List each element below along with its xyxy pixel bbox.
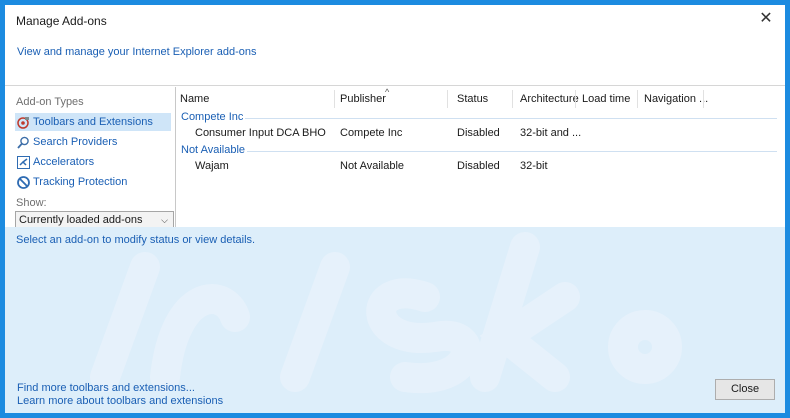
row-status: Disabled bbox=[457, 160, 500, 172]
manage-addons-window: Manage Add-ons ✕ View and manage your In… bbox=[5, 5, 785, 413]
no-entry-icon bbox=[17, 175, 30, 189]
group-header-not-available: Not Available bbox=[181, 144, 246, 156]
column-header-status[interactable]: Status bbox=[457, 93, 488, 105]
search-icon bbox=[17, 136, 30, 149]
group-divider bbox=[245, 118, 777, 119]
window-title: Manage Add-ons bbox=[16, 14, 107, 28]
header-description: View and manage your Internet Explorer a… bbox=[17, 46, 257, 58]
sidebar-item-label: Tracking Protection bbox=[33, 176, 128, 188]
accelerator-icon bbox=[17, 155, 30, 169]
sidebar-item-accelerators[interactable]: Accelerators bbox=[15, 153, 171, 171]
close-button[interactable]: Close bbox=[715, 379, 775, 400]
group-divider bbox=[247, 151, 777, 152]
row-name: Consumer Input DCA BHO bbox=[195, 127, 326, 139]
column-divider bbox=[512, 90, 513, 108]
column-header-architecture[interactable]: Architecture bbox=[520, 93, 579, 105]
column-header-publisher[interactable]: Publisher bbox=[340, 93, 386, 105]
column-header-navigation[interactable]: Navigation ... bbox=[644, 93, 708, 105]
addon-types-pane: Add-on Types Toolbars and Extensions Sea… bbox=[5, 91, 175, 229]
column-header-load-time[interactable]: Load time bbox=[582, 93, 630, 105]
row-architecture: 32-bit bbox=[520, 160, 548, 172]
details-pane: Select an add-on to modify status or vie… bbox=[5, 227, 785, 413]
show-label: Show: bbox=[16, 197, 47, 209]
column-divider bbox=[447, 90, 448, 108]
sidebar-item-label: Search Providers bbox=[33, 136, 118, 148]
title-bar: Manage Add-ons ✕ bbox=[5, 5, 785, 33]
table-row[interactable]: Wajam Not Available Disabled 32-bit bbox=[177, 159, 777, 175]
find-more-link[interactable]: Find more toolbars and extensions... bbox=[17, 382, 195, 394]
row-architecture: 32-bit and ... bbox=[520, 127, 582, 139]
sidebar-item-label: Toolbars and Extensions bbox=[33, 116, 153, 128]
group-header-compete-inc: Compete Inc bbox=[181, 111, 244, 123]
header-divider bbox=[5, 85, 785, 86]
close-icon[interactable]: ✕ bbox=[755, 9, 777, 29]
row-publisher: Compete Inc bbox=[340, 127, 403, 139]
row-publisher: Not Available bbox=[340, 160, 405, 172]
row-status: Disabled bbox=[457, 127, 500, 139]
toolbar-gear-icon bbox=[17, 116, 30, 129]
details-prompt: Select an add-on to modify status or vie… bbox=[16, 234, 256, 246]
show-filter-value: Currently loaded add-ons bbox=[19, 214, 143, 226]
sidebar-item-tracking-protection[interactable]: Tracking Protection bbox=[15, 173, 171, 191]
learn-more-link[interactable]: Learn more about toolbars and extensions bbox=[17, 395, 223, 407]
column-divider bbox=[703, 90, 704, 108]
table-row[interactable]: Consumer Input DCA BHO Compete Inc Disab… bbox=[177, 126, 777, 142]
sidebar-item-search-providers[interactable]: Search Providers bbox=[15, 133, 171, 151]
sidebar-item-toolbars[interactable]: Toolbars and Extensions bbox=[15, 113, 171, 131]
sidebar-item-label: Accelerators bbox=[33, 156, 95, 168]
addon-list: Name ^ Publisher Status Architecture Loa… bbox=[177, 87, 777, 227]
addon-types-heading: Add-on Types bbox=[16, 96, 84, 108]
chevron-down-icon: ⌵ bbox=[161, 215, 168, 225]
column-divider bbox=[637, 90, 638, 108]
column-divider bbox=[575, 90, 576, 108]
row-name: Wajam bbox=[195, 160, 229, 172]
column-divider bbox=[334, 90, 335, 108]
pane-splitter[interactable] bbox=[175, 87, 176, 227]
column-header-name[interactable]: Name bbox=[180, 93, 209, 105]
